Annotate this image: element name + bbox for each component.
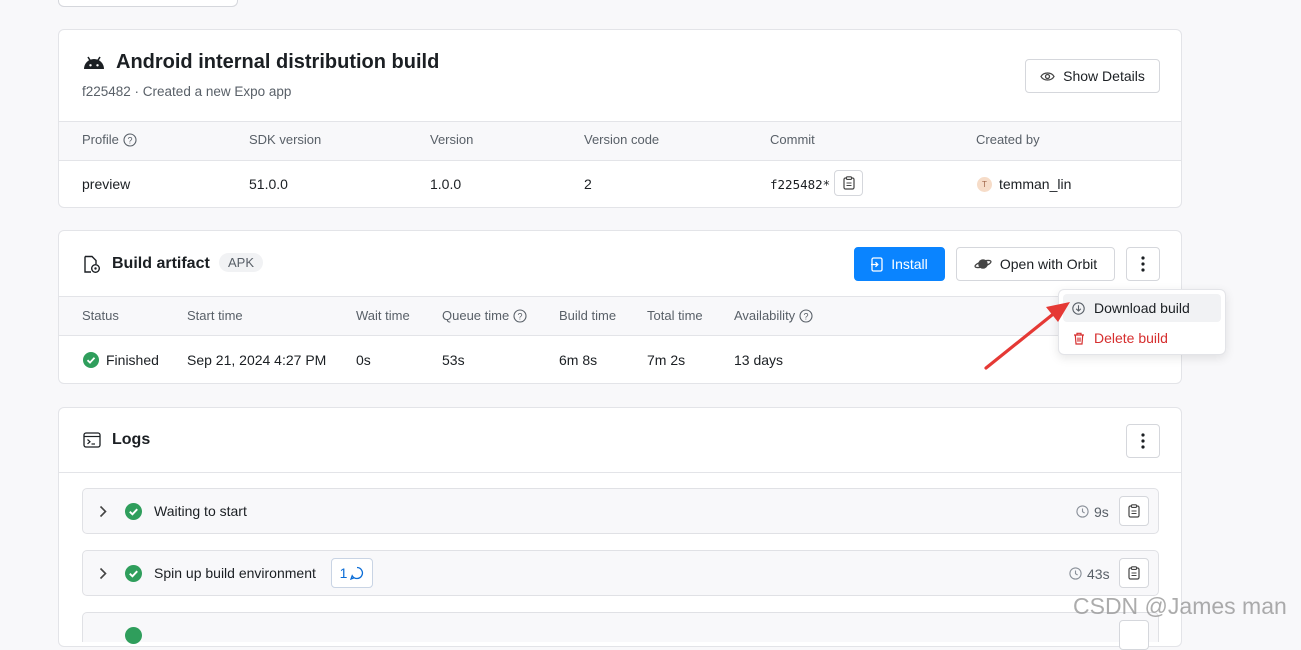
col-version: Version	[430, 132, 474, 147]
artifact-actions-menu: Download build Delete build	[1058, 289, 1226, 355]
more-vertical-icon	[1141, 256, 1145, 272]
svg-text:?: ?	[518, 311, 523, 321]
total-time-value: 7m 2s	[647, 352, 686, 368]
col-start-time: Start time	[187, 308, 243, 323]
created-by-value[interactable]: temman_lin	[999, 176, 1071, 192]
build-summary-card: Android internal distribution build f225…	[58, 29, 1182, 208]
col-queue-time: Queue time ?	[442, 308, 527, 323]
sdk-version-value: 51.0.0	[249, 176, 288, 192]
clipboard-icon	[1128, 504, 1140, 518]
svg-text:?: ?	[127, 135, 132, 145]
col-version-code: Version code	[584, 132, 660, 147]
build-time-value: 6m 8s	[559, 352, 598, 368]
log-annotation-count: 1	[339, 565, 348, 581]
watermark: CSDN @James man	[1073, 593, 1287, 619]
success-check-icon	[83, 352, 99, 368]
file-settings-icon	[84, 255, 100, 273]
open-with-orbit-button[interactable]: Open with Orbit	[956, 247, 1115, 281]
download-build-label: Download build	[1094, 300, 1190, 316]
commit-value[interactable]: f225482*	[770, 177, 830, 192]
success-check-icon	[125, 627, 142, 644]
log-step-title: Spin up build environment	[154, 565, 316, 581]
artifact-title: Build artifact	[112, 255, 210, 272]
artifact-type-badge: APK	[219, 253, 264, 272]
clipboard-icon	[842, 176, 855, 190]
col-sdk-version: SDK version	[249, 132, 322, 147]
log-annotation-badge[interactable]: 1	[331, 558, 373, 588]
col-profile: Profile ?	[82, 132, 137, 147]
build-subtitle: f225482 · Created a new Expo app	[82, 84, 292, 99]
col-wait-time: Wait time	[356, 308, 410, 323]
avatar: T	[977, 177, 992, 192]
help-icon[interactable]: ?	[799, 308, 813, 323]
success-check-icon	[125, 565, 142, 582]
col-availability: Availability ?	[734, 308, 813, 323]
menu-item-download-build[interactable]: Download build	[1063, 294, 1221, 322]
version-value: 1.0.0	[430, 176, 462, 192]
planet-icon	[974, 259, 992, 269]
log-step-duration: 9s	[1094, 504, 1109, 520]
col-build-time: Build time	[559, 308, 617, 323]
availability-value: 13 days	[734, 352, 784, 368]
version-code-value: 2	[584, 176, 592, 192]
install-label: Install	[891, 256, 928, 272]
help-icon[interactable]: ?	[513, 308, 527, 323]
top-partial-button[interactable]	[58, 0, 238, 7]
logs-title: Logs	[112, 431, 151, 448]
more-vertical-icon	[1141, 433, 1145, 449]
log-step-spin-up-build-environment[interactable]: Spin up build environment 1 43s	[82, 550, 1159, 596]
artifact-more-button[interactable]	[1126, 247, 1160, 281]
show-details-button[interactable]: Show Details	[1025, 59, 1160, 93]
svg-text:?: ?	[804, 311, 809, 321]
delete-build-label: Delete build	[1094, 330, 1168, 346]
orbit-label: Open with Orbit	[999, 256, 1098, 272]
message-refresh-icon	[350, 566, 364, 580]
queue-time-value: 53s	[442, 352, 465, 368]
android-icon	[84, 56, 104, 69]
log-step-partial[interactable]	[82, 612, 1159, 650]
clock-icon	[1069, 567, 1082, 580]
terminal-icon	[83, 432, 101, 448]
show-details-label: Show Details	[1063, 68, 1145, 84]
copy-log-button[interactable]	[1119, 558, 1149, 588]
wait-time-value: 0s	[356, 352, 371, 368]
col-status: Status	[82, 308, 119, 323]
copy-commit-button[interactable]	[834, 170, 863, 196]
log-step-title: Waiting to start	[154, 503, 247, 519]
chevron-right-icon[interactable]	[99, 567, 107, 580]
log-step-waiting-to-start[interactable]: Waiting to start 9s	[82, 488, 1159, 534]
help-icon[interactable]: ?	[123, 132, 137, 147]
log-step-duration: 43s	[1087, 566, 1110, 582]
install-button[interactable]: Install	[854, 247, 945, 281]
col-total-time: Total time	[647, 308, 703, 323]
eye-icon	[1040, 71, 1055, 81]
col-commit: Commit	[770, 132, 815, 147]
chevron-right-icon[interactable]	[99, 505, 107, 518]
success-check-icon	[125, 503, 142, 520]
status-value: Finished	[106, 352, 159, 368]
build-title: Android internal distribution build	[116, 51, 440, 73]
col-created-by: Created by	[976, 132, 1040, 147]
profile-value: preview	[82, 176, 131, 192]
logs-more-button[interactable]	[1126, 424, 1160, 458]
menu-item-delete-build[interactable]: Delete build	[1063, 324, 1221, 352]
copy-log-button[interactable]	[1119, 496, 1149, 526]
clock-icon	[1076, 505, 1089, 518]
annotation-arrow	[984, 302, 1070, 370]
start-time-value: Sep 21, 2024 4:27 PM	[187, 352, 327, 368]
clipboard-icon	[1128, 566, 1140, 580]
copy-log-button[interactable]	[1119, 620, 1149, 650]
install-icon	[871, 256, 883, 272]
